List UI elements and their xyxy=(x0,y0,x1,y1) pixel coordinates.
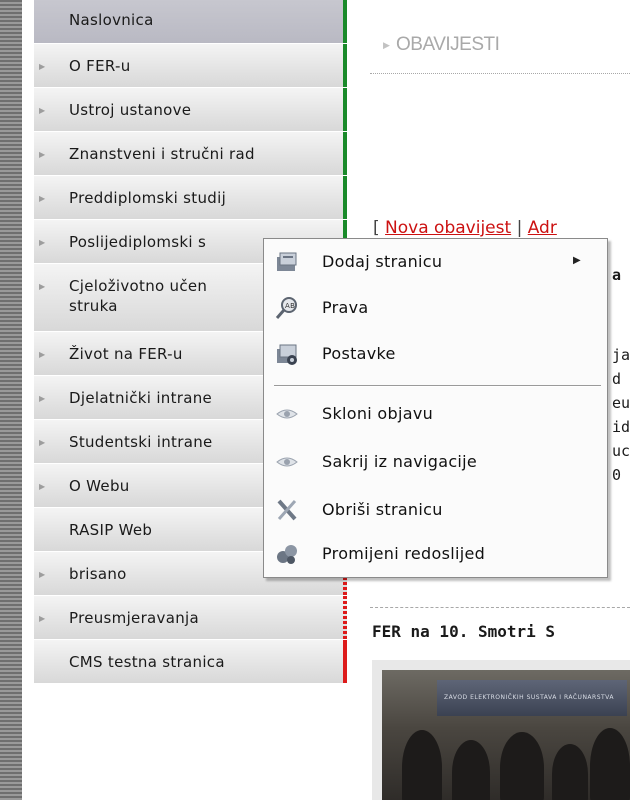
status-bar-red-dotted xyxy=(343,596,347,639)
sidebar-item-label: CMS testna stranica xyxy=(69,653,225,671)
left-gap xyxy=(22,0,34,800)
add-page-icon xyxy=(277,252,297,271)
admin-link[interactable]: Adr xyxy=(528,218,557,238)
sidebar-item-label: Znanstveni i stručni rad xyxy=(69,145,255,163)
sidebar-item-o-fer[interactable]: ▶ O FER-u xyxy=(34,44,347,88)
obscured-text: uc xyxy=(612,442,630,460)
context-menu: Dodaj stranicu ▶ AB Prava Postavke Sklon… xyxy=(263,238,608,578)
obscured-text: eu xyxy=(612,394,630,412)
sidebar-item-label: Cjeloživotno učen struka xyxy=(69,277,208,315)
menu-item-label: Obriši stranicu xyxy=(322,500,443,519)
obscured-text: 0 xyxy=(612,466,622,484)
sidebar-item-preddiplomski-studij[interactable]: ▶ Preddiplomski studij xyxy=(34,176,347,220)
chevron-right-icon: ▶ xyxy=(39,62,46,71)
chevron-right-icon: ▶ xyxy=(39,106,46,115)
title-divider xyxy=(370,73,630,74)
svg-text:AB: AB xyxy=(285,302,295,310)
delete-icon xyxy=(277,499,297,521)
photo-figure xyxy=(452,740,490,800)
status-bar-green xyxy=(343,132,347,175)
menu-item-label: Postavke xyxy=(322,344,396,363)
new-notice-link[interactable]: Nova obavijest xyxy=(385,218,511,238)
chevron-right-icon: ▶ xyxy=(39,350,46,359)
submenu-arrow-icon: ▶ xyxy=(573,255,581,266)
bracket-open: [ xyxy=(373,218,380,238)
status-bar-green xyxy=(343,176,347,219)
photo-figure xyxy=(590,728,630,800)
news-photo[interactable]: ZAVOD ELEKTRONIČKIH SUSTAVA I RAČUNARSTV… xyxy=(372,660,630,800)
sidebar-item-label: Preusmjeravanja xyxy=(69,609,199,627)
permissions-icon: AB xyxy=(275,297,297,319)
sidebar-item-naslovnica[interactable]: Naslovnica xyxy=(34,0,347,44)
chevron-right-icon: ▶ xyxy=(39,482,46,491)
sidebar-item-label: Ustroj ustanove xyxy=(69,101,192,119)
obscured-text: id xyxy=(612,418,630,436)
menu-separator xyxy=(274,385,601,387)
photo-figure xyxy=(500,732,544,800)
status-bar-red xyxy=(343,640,347,683)
menu-item-label: Promijeni redoslijed xyxy=(322,544,486,563)
chevron-right-icon: ▶ xyxy=(39,614,46,623)
eye-icon xyxy=(276,409,298,419)
photo-booth-text: ZAVOD ELEKTRONIČKIH SUSTAVA I RAČUNARSTV… xyxy=(444,694,615,701)
photo-figure xyxy=(402,730,442,800)
chevron-right-icon: ▶ xyxy=(39,570,46,579)
menu-item-label: Dodaj stranicu xyxy=(322,252,443,271)
menu-item-reorder[interactable]: Promijeni redoslijed xyxy=(264,535,607,575)
menu-item-label: Skloni objavu xyxy=(322,404,434,423)
photo-figure xyxy=(552,744,588,800)
chevron-right-icon: ▶ xyxy=(39,194,46,203)
photo-content: ZAVOD ELEKTRONIČKIH SUSTAVA I RAČUNARSTV… xyxy=(382,670,630,800)
chevron-right-icon: ▶ xyxy=(39,438,46,447)
notice-actions: [ Nova obavijest | Adr xyxy=(373,218,557,238)
menu-item-hide-from-navigation[interactable]: Sakrij iz navigacije xyxy=(264,443,607,483)
menu-item-delete-page[interactable]: Obriši stranicu xyxy=(264,491,607,531)
sidebar-item-label: Naslovnica xyxy=(69,11,154,29)
status-bar-green xyxy=(343,88,347,131)
settings-icon xyxy=(277,344,297,365)
menu-item-settings[interactable]: Postavke xyxy=(264,335,607,375)
menu-item-add-page[interactable]: Dodaj stranicu ▶ xyxy=(264,243,607,283)
title-arrow-icon: ▶ xyxy=(383,41,390,51)
sidebar-item-cms-testna-stranica[interactable]: CMS testna stranica xyxy=(34,640,347,684)
chevron-right-icon: ▶ xyxy=(39,282,46,291)
menu-item-withdraw-publication[interactable]: Skloni objavu xyxy=(264,395,607,435)
menu-item-label: Prava xyxy=(322,298,369,317)
chevron-right-icon: ▶ xyxy=(39,394,46,403)
eye-icon xyxy=(276,457,298,467)
obscured-text: d xyxy=(612,370,622,388)
menu-item-label: Sakrij iz navigacije xyxy=(322,452,478,471)
sidebar-item-znanstveni-rad[interactable]: ▶ Znanstveni i stručni rad xyxy=(34,132,347,176)
reorder-icon xyxy=(277,545,297,564)
menu-item-permissions[interactable]: AB Prava xyxy=(264,289,607,329)
chevron-right-icon: ▶ xyxy=(39,238,46,247)
status-bar-green xyxy=(343,0,347,43)
news-headline[interactable]: FER na 10. Smotri S xyxy=(372,622,555,641)
obscured-text: a xyxy=(612,266,622,284)
chevron-right-icon: ▶ xyxy=(39,150,46,159)
page-title: OBAVIJESTI xyxy=(396,34,500,55)
sidebar-item-ustroj-ustanove[interactable]: ▶ Ustroj ustanove xyxy=(34,88,347,132)
news-divider xyxy=(370,607,630,608)
status-bar-green xyxy=(343,44,347,87)
sidebar-item-label: O FER-u xyxy=(69,57,131,75)
obscured-text: ja xyxy=(612,346,630,364)
action-separator: | xyxy=(516,218,523,238)
sidebar-item-label: Preddiplomski studij xyxy=(69,189,227,207)
left-decorative-strip xyxy=(0,0,22,800)
sidebar-item-preusmjeravanja[interactable]: ▶ Preusmjeravanja xyxy=(34,596,347,640)
